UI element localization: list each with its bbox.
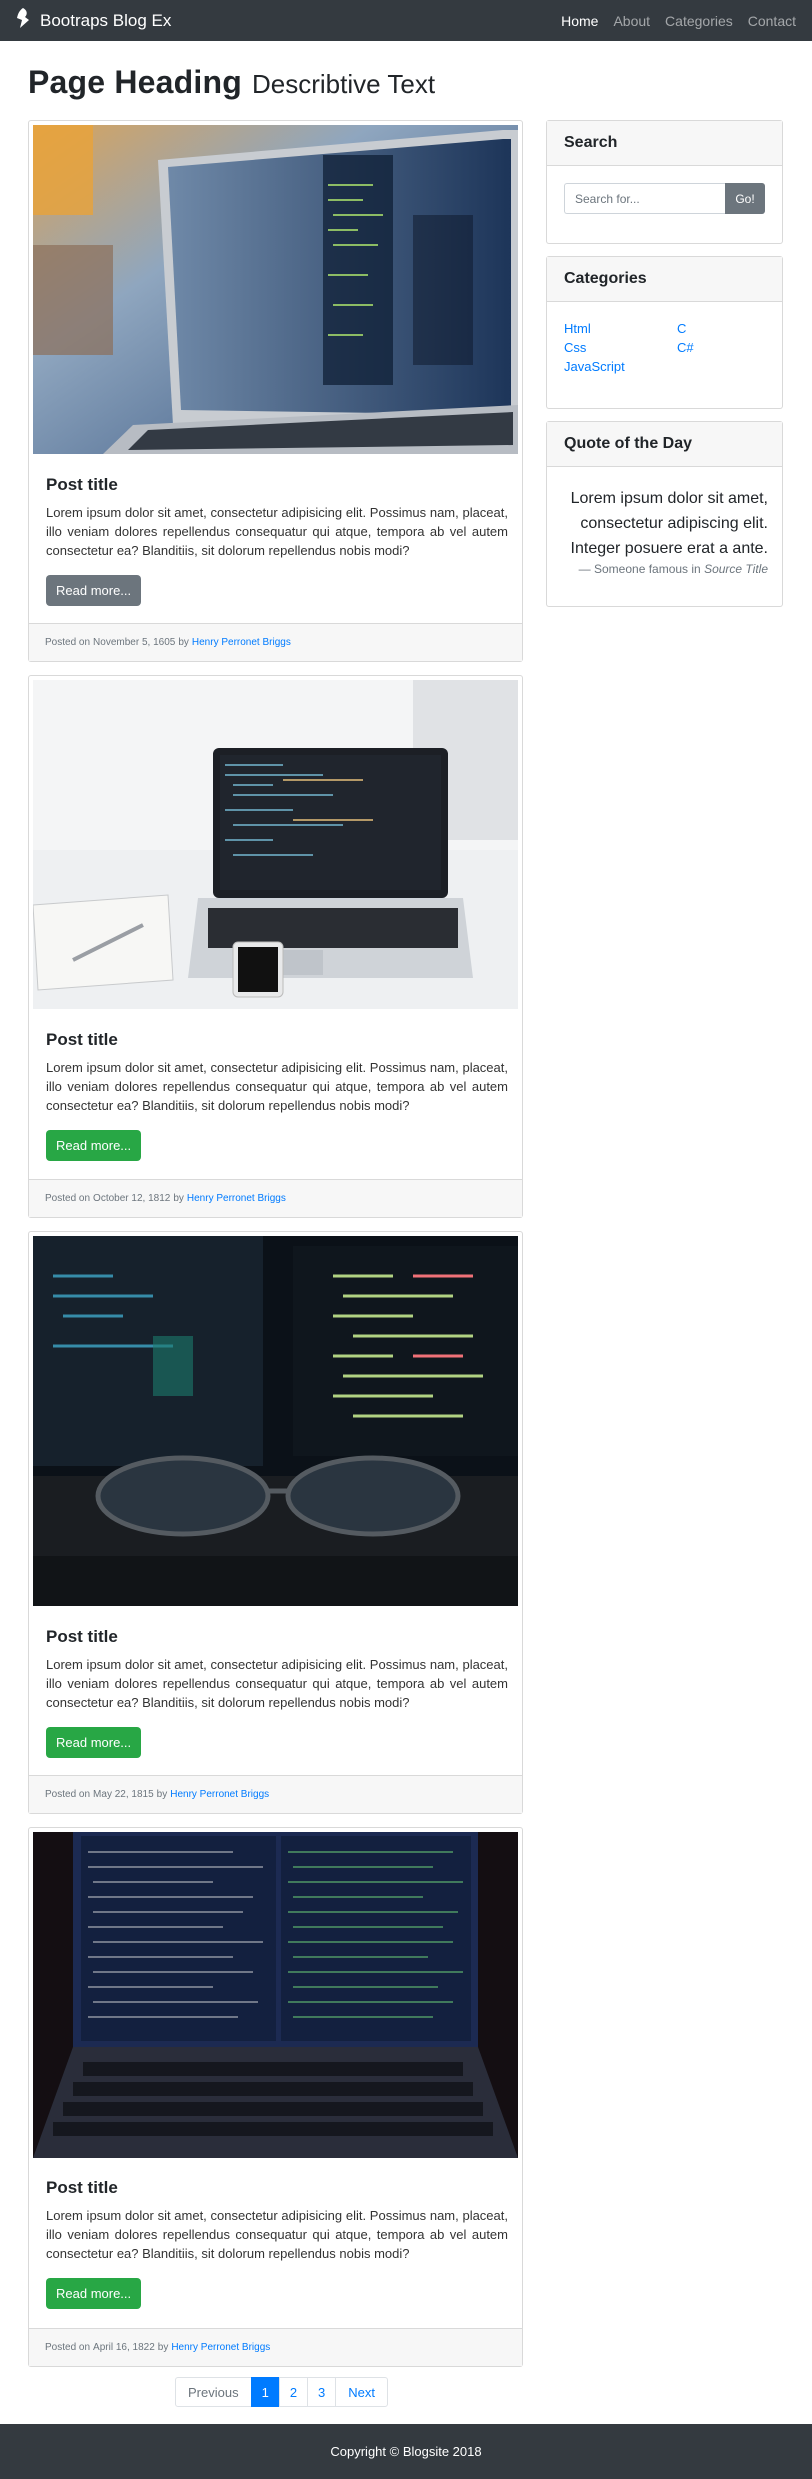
pagination-page-3[interactable]: 3 — [307, 2377, 337, 2407]
quote-footer: — Someone famous in Source Title — [558, 562, 768, 576]
category-link-c[interactable]: C — [677, 320, 767, 337]
page-heading: Page Heading Describtive Text — [28, 64, 435, 104]
nav-link-home[interactable]: Home — [561, 13, 598, 29]
post-card: Post title Lorem ipsum dolor sit amet, c… — [28, 675, 523, 1218]
post-card: Post title Lorem ipsum dolor sit amet, c… — [28, 1827, 523, 2367]
nav-link-contact[interactable]: Contact — [748, 13, 796, 29]
post-date: May 22, 1815 — [93, 1789, 154, 1800]
search-go-button[interactable]: Go! — [725, 183, 765, 214]
quote-widget: Quote of the Day Lorem ipsum dolor sit a… — [546, 421, 783, 607]
category-link-csharp[interactable]: C# — [677, 339, 767, 356]
author-link[interactable]: Henry Perronet Briggs — [187, 1193, 286, 1204]
nav-link-about[interactable]: About — [613, 13, 650, 29]
by-label: by — [157, 2342, 169, 2353]
author-link[interactable]: Henry Perronet Briggs — [170, 1789, 269, 1800]
post-image[interactable] — [33, 680, 518, 1009]
nav-link-categories[interactable]: Categories — [665, 13, 733, 29]
search-widget: Search Go! — [546, 120, 783, 244]
posted-on-label: Posted on — [45, 2342, 91, 2353]
read-more-button[interactable]: Read more... — [46, 2278, 142, 2309]
post-excerpt: Lorem ipsum dolor sit amet, consectetur … — [46, 2208, 508, 2261]
pagination-next[interactable]: Next — [335, 2377, 389, 2407]
post-card: Post title Lorem ipsum dolor sit amet, c… — [28, 1231, 523, 1814]
category-link-html[interactable]: Html — [564, 320, 677, 337]
post-meta: Posted on November 5, 1605 by Henry Perr… — [29, 623, 522, 661]
category-link-javascript[interactable]: JavaScript — [564, 358, 677, 375]
page-title: Page Heading — [28, 64, 243, 100]
post-image[interactable] — [33, 125, 518, 454]
post-excerpt: Lorem ipsum dolor sit amet, consectetur … — [46, 1657, 508, 1710]
author-link[interactable]: Henry Perronet Briggs — [171, 2342, 270, 2353]
posted-on-label: Posted on — [45, 1789, 91, 1800]
post-excerpt: Lorem ipsum dolor sit amet, consectetur … — [46, 1060, 508, 1113]
categories-widget: Categories Html C Css C# JavaScript — [546, 256, 783, 409]
brand-logo-icon — [14, 7, 32, 34]
post-image[interactable] — [33, 1236, 518, 1606]
page-subtitle: Describtive Text — [252, 69, 436, 99]
pagination: Previous 1 2 3 Next — [175, 2377, 389, 2407]
post-date: November 5, 1605 — [93, 637, 176, 648]
post-meta: Posted on April 16, 1822 by Henry Perron… — [29, 2328, 522, 2366]
post-date: April 16, 1822 — [93, 2342, 155, 2353]
navbar-brand[interactable]: Bootraps Blog Ex — [14, 0, 171, 41]
categories-widget-title: Categories — [547, 257, 782, 302]
brand-name: Bootraps Blog Ex — [40, 10, 172, 30]
read-more-button[interactable]: Read more... — [46, 1130, 142, 1161]
pagination-page-1[interactable]: 1 — [250, 2377, 280, 2407]
pagination-page-2[interactable]: 2 — [278, 2377, 309, 2407]
category-link-css[interactable]: Css — [564, 339, 677, 356]
search-input[interactable] — [564, 183, 725, 214]
quote-block: Lorem ipsum dolor sit amet, consectetur … — [558, 486, 768, 576]
by-label: by — [173, 1193, 184, 1204]
site-footer: Copyright © Blogsite 2018 — [0, 2424, 812, 2479]
search-form: Go! — [564, 183, 765, 214]
copyright-text: Copyright © Blogsite 2018 — [330, 2444, 482, 2459]
post-meta: Posted on October 12, 1812 by Henry Perr… — [29, 1179, 522, 1217]
quote-attribution: — Someone famous in — [578, 562, 701, 576]
post-title: Post title — [46, 1030, 118, 1049]
read-more-button[interactable]: Read more... — [46, 575, 142, 606]
by-label: by — [156, 1789, 168, 1800]
post-date: October 12, 1812 — [93, 1193, 171, 1204]
post-title: Post title — [46, 1627, 118, 1646]
by-label: by — [178, 637, 189, 648]
post-title: Post title — [46, 2178, 118, 2197]
pagination-previous[interactable]: Previous — [175, 2377, 252, 2407]
navbar: Bootraps Blog Ex Home About Categories C… — [0, 0, 812, 41]
quote-text: Lorem ipsum dolor sit amet, consectetur … — [570, 490, 768, 557]
search-widget-title: Search — [547, 121, 782, 166]
post-excerpt: Lorem ipsum dolor sit amet, consectetur … — [46, 505, 508, 558]
posted-on-label: Posted on — [45, 1193, 91, 1204]
quote-widget-title: Quote of the Day — [547, 422, 782, 467]
nav-links: Home About Categories Contact — [561, 0, 796, 41]
post-title: Post title — [46, 475, 118, 494]
post-image[interactable] — [33, 1832, 518, 2158]
author-link[interactable]: Henry Perronet Briggs — [192, 637, 291, 648]
quote-source: Source Title — [704, 562, 768, 576]
posted-on-label: Posted on — [45, 637, 91, 648]
post-card: Post title Lorem ipsum dolor sit amet, c… — [28, 120, 523, 662]
read-more-button[interactable]: Read more... — [46, 1727, 142, 1758]
category-list: Html C Css C# JavaScript — [564, 320, 774, 375]
post-meta: Posted on May 22, 1815 by Henry Perronet… — [29, 1775, 522, 1813]
